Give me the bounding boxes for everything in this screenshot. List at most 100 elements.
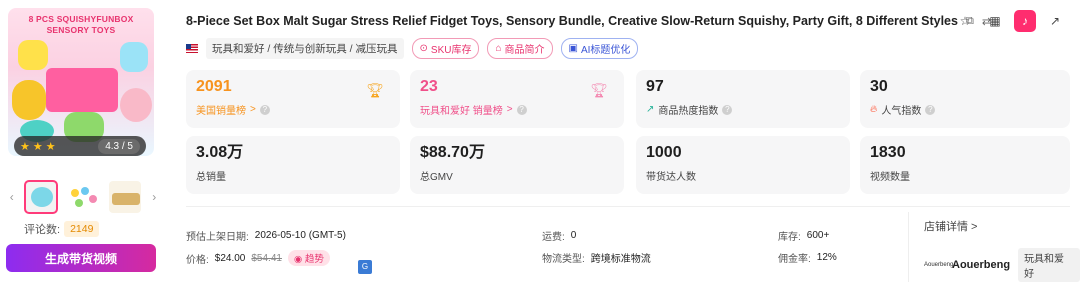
commission-label: 佣金率: — [778, 254, 811, 265]
chevron-left-icon[interactable]: ‹ — [8, 190, 15, 204]
section-divider — [186, 206, 1070, 207]
stock-value: 600+ — [806, 230, 830, 241]
logistics-label: 物流类型: — [542, 254, 585, 265]
product-main-image[interactable]: 8 PCS SQUISHYFUNBOX SENSORY TOYS — [8, 8, 154, 156]
chevron-right-icon[interactable]: › — [151, 190, 158, 204]
stat-card-category-rank[interactable]: 23 玩具和爱好 销量榜 > ? 🏆︎ — [410, 70, 624, 128]
generate-video-button[interactable]: 生成带货视频 — [6, 244, 156, 272]
stat-value: 23 — [420, 78, 438, 95]
stat-card-total-gmv: $88.70万 总GMV — [410, 136, 624, 194]
logistics-value: 跨境标准物流 — [590, 254, 651, 265]
logistics-row: 物流类型: 跨境标准物流 — [542, 250, 651, 265]
commission-row: 佣金率: 12% — [778, 250, 837, 265]
tiktok-icon[interactable]: ♪ — [1014, 10, 1036, 32]
shop-name[interactable]: Aouerbeng — [952, 259, 1010, 271]
details-divider — [908, 212, 909, 282]
stat-card-total-sales: 3.08万 总销量 — [186, 136, 400, 194]
product-intro-tag[interactable]: ⌂ 商品简介 — [487, 38, 553, 59]
stat-value: 3.08万 — [196, 144, 244, 161]
thumbnail-2[interactable] — [67, 181, 99, 213]
title-row: 8-Piece Set Box Malt Sugar Stress Relief… — [186, 14, 991, 28]
cheese-graphic — [12, 80, 46, 120]
reviews-summary: 评论数: 2149 — [24, 221, 100, 237]
shipping-value: 0 — [570, 230, 577, 241]
stat-label-row: ↗ 商品热度指数 ? — [646, 102, 840, 117]
shipping-row: 运费: 0 — [542, 228, 576, 243]
stat-label: 玩具和爱好 销量榜 — [420, 106, 503, 117]
blue-cube-graphic — [120, 42, 148, 72]
product-intro-label: 商品简介 — [504, 45, 545, 56]
category-breadcrumb[interactable]: 玩具和爱好 / 传统与创新玩具 / 减压玩具 — [206, 38, 404, 59]
stat-suffix: > — [250, 104, 256, 115]
stat-value: 97 — [646, 78, 664, 95]
commission-value: 12% — [816, 252, 837, 263]
meta-row: 玩具和爱好 / 传统与创新玩具 / 减压玩具 ⊙ SKU库存 ⌂ 商品简介 ▣ … — [186, 38, 639, 59]
external-link-icon[interactable]: ↗ — [1044, 10, 1066, 32]
thumbnail-1[interactable] — [24, 180, 59, 214]
original-price: $54.41 — [251, 252, 282, 264]
ai-title-tag[interactable]: ▣ AI标题优化 — [560, 38, 639, 59]
shop-logo: Aouerbeng — [924, 262, 954, 268]
sku-stock-label: SKU库存 — [430, 45, 472, 56]
launch-date-label: 预估上架日期: — [186, 232, 249, 243]
price-value: $24.00 — [214, 252, 246, 264]
shop-category: 玩具和爱好 — [1018, 248, 1080, 282]
stat-card-us-rank[interactable]: 2091 美国销量榜 > ? 🏆︎ — [186, 70, 400, 128]
stat-card-creators: 1000 带货达人数 — [636, 136, 850, 194]
price-row: 价格: $24.00 $54.41 ◉ 趋势 — [186, 250, 330, 266]
qr-code-icon[interactable]: ▦ — [984, 10, 1006, 32]
help-icon[interactable]: ? — [516, 104, 527, 115]
reviews-count: 2149 — [64, 221, 100, 237]
stat-value: 2091 — [196, 78, 232, 95]
stat-label-row: 🔥︎ 人气指数 ? — [870, 102, 1060, 117]
shop-details-link[interactable]: 店铺详情 > — [924, 218, 1080, 234]
price-label: 价格: — [186, 254, 209, 266]
stat-label-row: 玩具和爱好 销量榜 > ? — [420, 102, 614, 117]
stat-value: 1000 — [646, 144, 682, 161]
trend-label: 趋势 — [304, 254, 324, 265]
stock-label: 库存: — [778, 232, 801, 243]
sku-stock-tag[interactable]: ⊙ SKU库存 — [411, 38, 480, 59]
stat-value: 1830 — [870, 144, 906, 161]
stock-row: 库存: 600+ — [778, 228, 829, 243]
yellow-cube-graphic — [18, 40, 48, 70]
star-rating-icon: ★★★ — [20, 140, 59, 153]
launch-date-value: 2026-05-10 (GMT-5) — [254, 230, 346, 241]
peach-graphic — [120, 88, 152, 122]
stat-suffix: > — [506, 104, 513, 115]
stat-label: 总销量 — [196, 172, 226, 183]
launch-date-row: 预估上架日期: 2026-05-10 (GMT-5) — [186, 228, 346, 243]
thumbnail-strip: ‹ › — [8, 180, 158, 214]
trend-icon: ↗ — [646, 104, 655, 115]
fire-icon: 🔥︎ — [870, 104, 878, 115]
translate-badge-icon[interactable]: G — [358, 260, 372, 274]
stat-label-row: 美国销量榜 > ? — [196, 102, 390, 117]
help-icon[interactable]: ? — [925, 104, 936, 115]
header-actions: ☆ ▦ ♪ ↗ — [954, 10, 1066, 32]
stat-label: 商品热度指数 — [658, 106, 719, 117]
ai-title-label: AI标题优化 — [580, 45, 631, 56]
trophy-icon: 🏆︎ — [366, 82, 384, 98]
box-graphic — [46, 68, 118, 112]
us-flag-icon — [186, 44, 198, 53]
stat-label: 视频数量 — [870, 172, 910, 183]
product-media-column: 8 PCS SQUISHYFUNBOX SENSORY TOYS ★★★ 4.3 … — [0, 0, 170, 288]
stat-label: 带货达人数 — [646, 172, 696, 183]
help-icon[interactable]: ? — [722, 104, 733, 115]
favorite-star-icon[interactable]: ☆ — [954, 10, 976, 32]
thumbnail-3[interactable] — [108, 181, 141, 213]
shop-panel: 店铺详情 > Aouerbeng Aouerbeng 玩具和爱好 — [924, 218, 1080, 282]
reviews-label: 评论数: — [24, 224, 61, 236]
stat-label: 总GMV — [420, 172, 453, 183]
stat-label: 人气指数 — [881, 106, 922, 117]
stat-card-heat-index: 97 ↗ 商品热度指数 ? — [636, 70, 850, 128]
trend-button[interactable]: ◉ 趋势 — [287, 250, 330, 266]
stat-label: 美国销量榜 — [196, 106, 246, 117]
help-icon[interactable]: ? — [259, 104, 270, 115]
trophy-icon: 🏆︎ — [590, 82, 608, 98]
shipping-label: 运费: — [542, 232, 565, 243]
rating-value: 4.3 / 5 — [98, 138, 140, 154]
product-title: 8-Piece Set Box Malt Sugar Stress Relief… — [186, 14, 958, 28]
image-brand-text: 8 PCS SQUISHYFUNBOX SENSORY TOYS — [28, 14, 134, 35]
stat-value: $88.70万 — [420, 144, 485, 161]
